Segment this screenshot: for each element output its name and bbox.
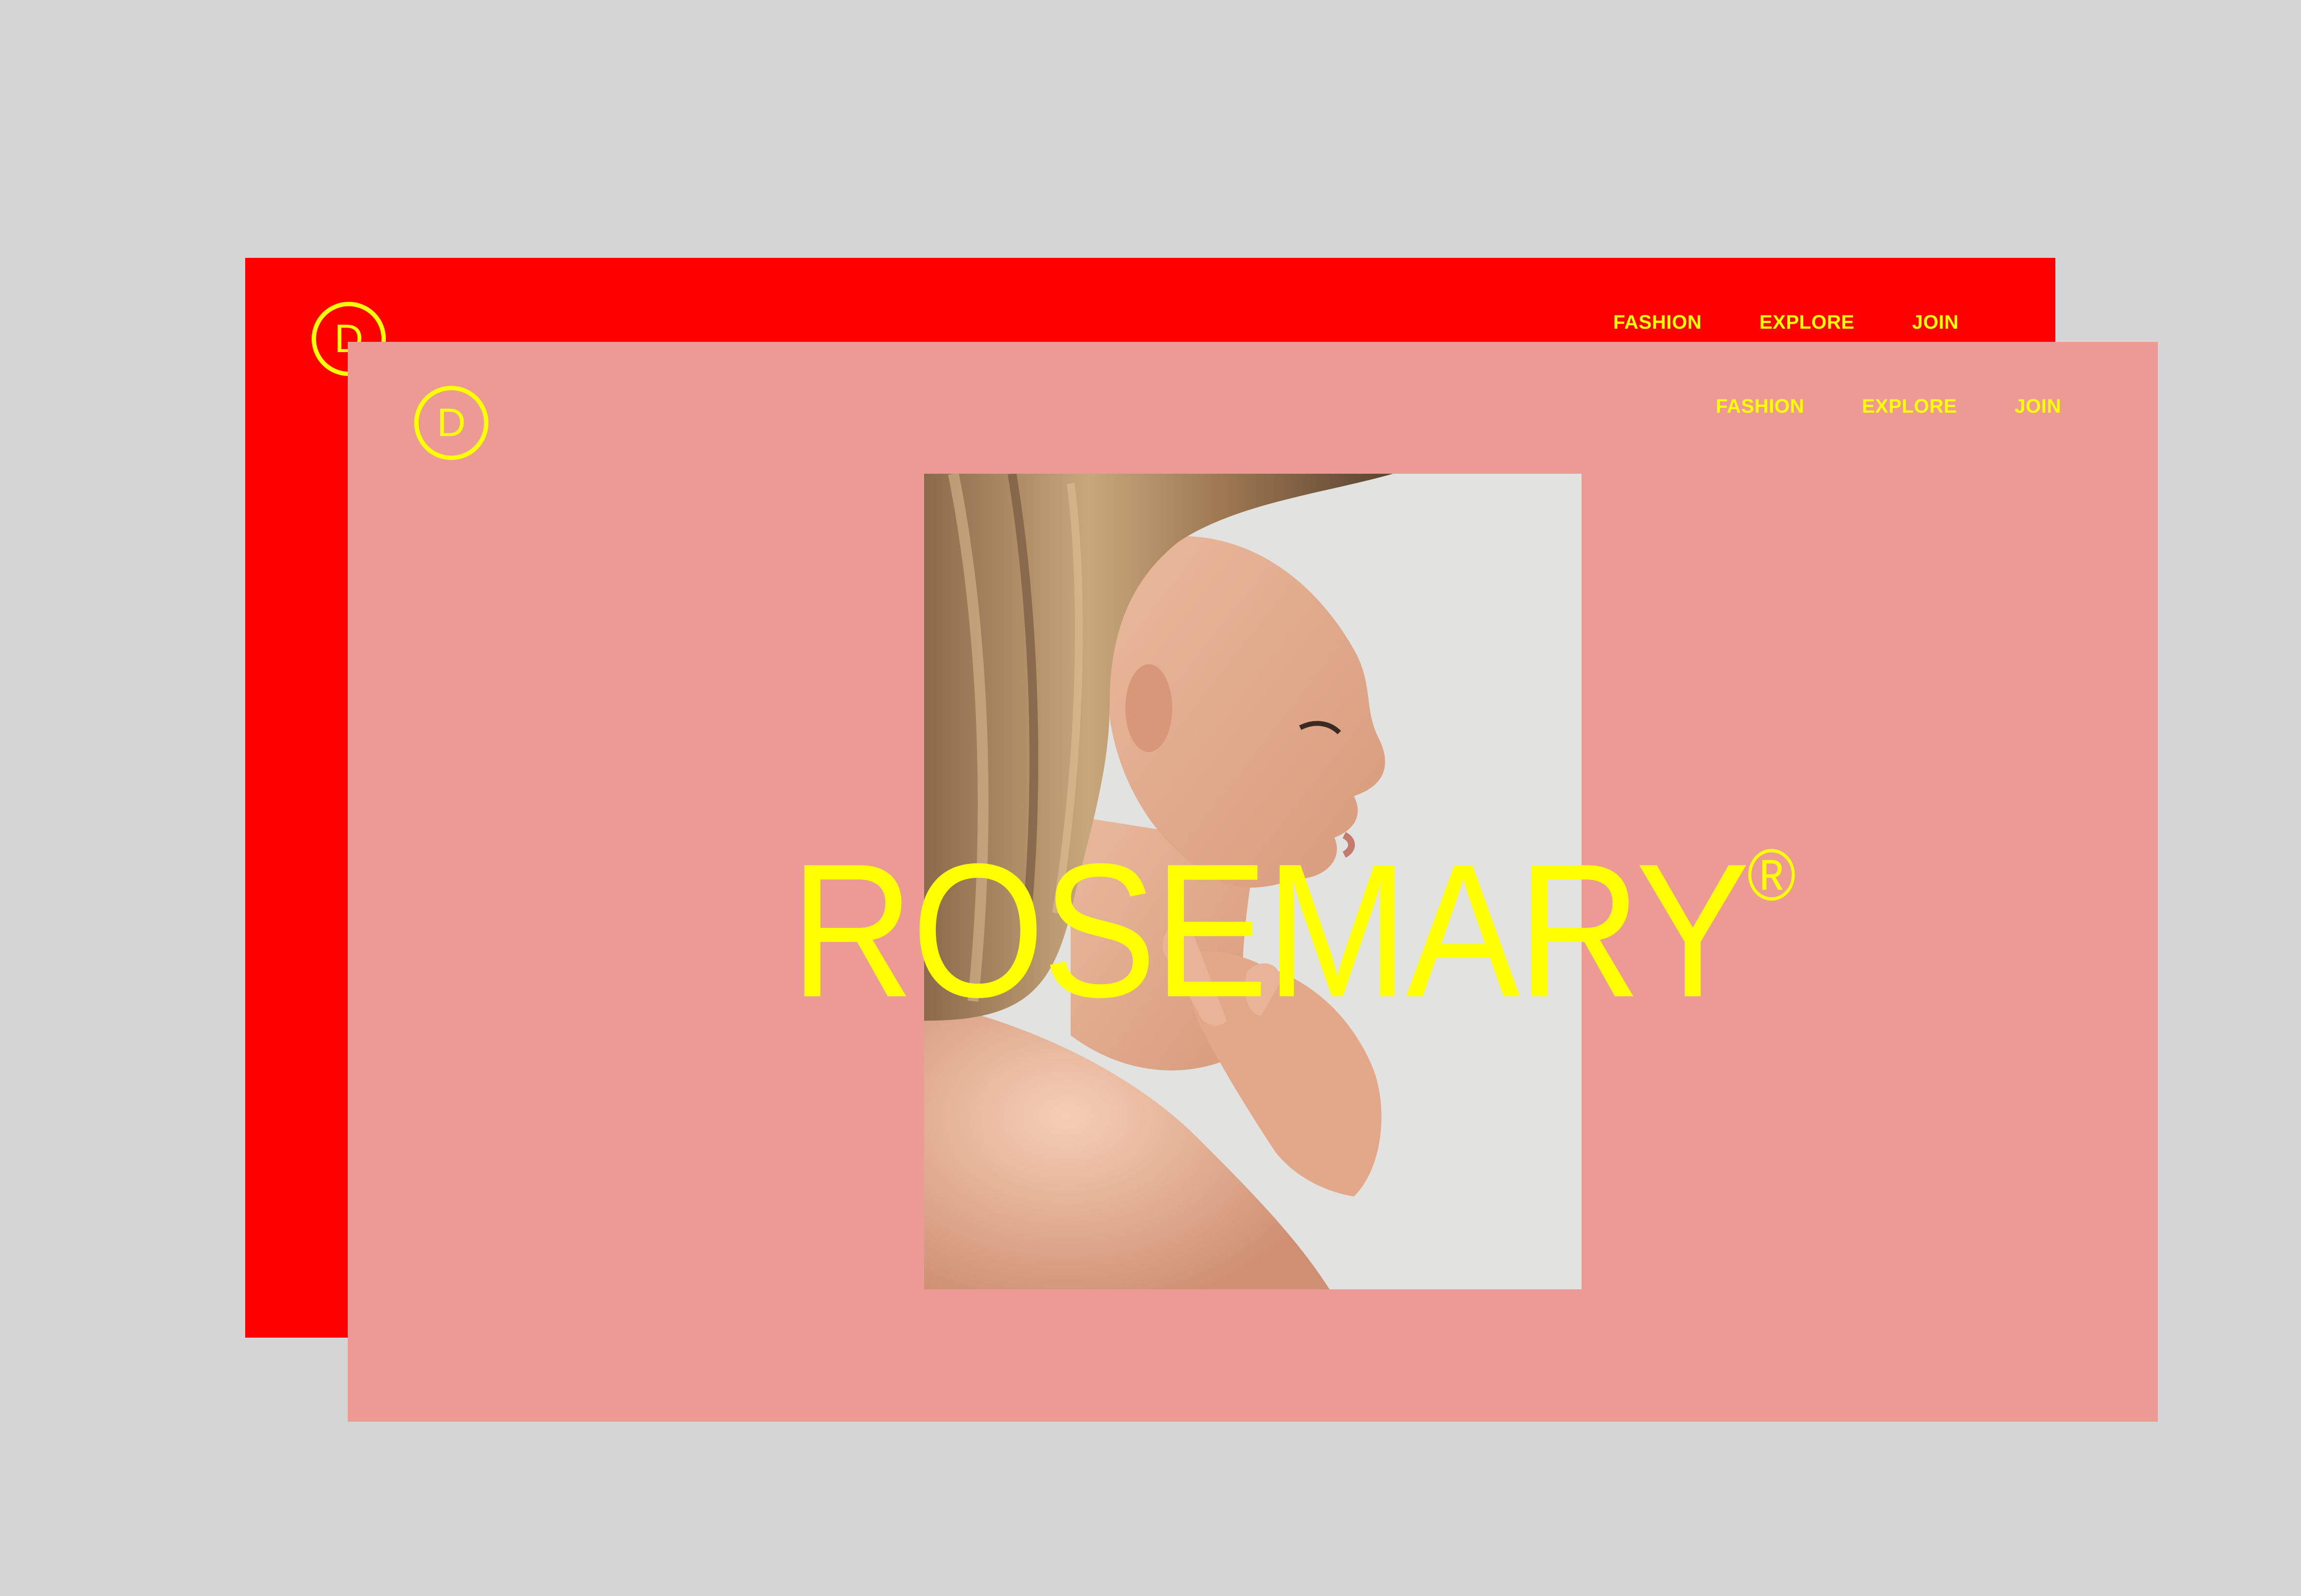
front-nav: FASHION EXPLORE JOIN: [1716, 397, 2061, 416]
back-nav-fashion[interactable]: FASHION: [1613, 313, 1702, 332]
front-page-card: D FASHION EXPLORE JOIN ROSEMARY®: [348, 342, 2158, 1422]
headline-text: ROSEMARY: [790, 824, 1750, 1037]
front-nav-join[interactable]: JOIN: [2015, 397, 2061, 416]
front-logo-letter: D: [437, 400, 466, 445]
brand-headline: ROSEMARY®: [790, 835, 1796, 1026]
front-logo-badge[interactable]: D: [414, 386, 488, 460]
back-nav: FASHION EXPLORE JOIN: [1613, 313, 1959, 332]
back-nav-explore[interactable]: EXPLORE: [1759, 313, 1855, 332]
front-nav-explore[interactable]: EXPLORE: [1862, 397, 1957, 416]
back-nav-join[interactable]: JOIN: [1912, 313, 1959, 332]
registered-mark: ®: [1747, 834, 1796, 916]
front-nav-fashion[interactable]: FASHION: [1716, 397, 1804, 416]
